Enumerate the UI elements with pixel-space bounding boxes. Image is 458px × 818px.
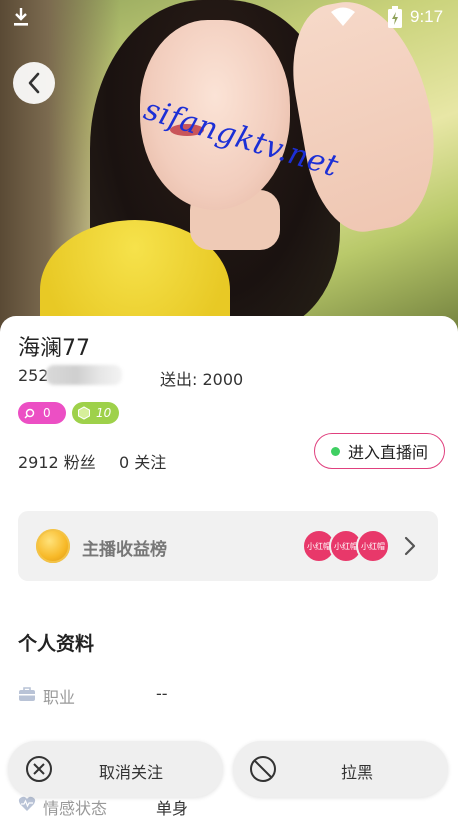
- uid-blur-mask: [46, 365, 122, 385]
- coin-icon: [36, 529, 70, 563]
- earnings-title: 主播收益榜: [82, 540, 167, 560]
- fans-count[interactable]: 2912 粉丝: [18, 449, 96, 473]
- enter-live-room-button[interactable]: 进入直播间: [314, 433, 445, 469]
- badge-green-value: 10: [96, 406, 112, 420]
- status-bar: 9:17: [0, 0, 458, 34]
- enter-live-room-label: 进入直播间: [347, 443, 428, 462]
- relationship-status-label: 情感状态: [43, 799, 108, 818]
- cover-photo: sifangktv.net: [0, 0, 458, 340]
- unfollow-label: 取消关注: [99, 763, 164, 782]
- unfollow-button[interactable]: 取消关注: [8, 741, 223, 797]
- profile-uid: 252: [18, 366, 49, 385]
- follows-count[interactable]: 0 关注: [119, 449, 166, 473]
- download-icon: [14, 8, 28, 26]
- anchor-earnings-ranking[interactable]: 主播收益榜 小红帽 小红帽 小红帽: [18, 511, 438, 581]
- badge-pink-value: 0: [43, 406, 51, 420]
- block-icon: [250, 756, 276, 782]
- occupation-value: --: [156, 684, 168, 703]
- avatar: 小红帽: [356, 529, 390, 563]
- level-badge-green: 10: [72, 402, 119, 424]
- heart-pulse-icon: [18, 796, 36, 811]
- sent-stat: 送出: 2000: [160, 370, 244, 389]
- hexagon-icon: [78, 406, 90, 420]
- chevron-right-icon: [404, 536, 416, 556]
- occupation-label: 职业: [43, 688, 76, 707]
- battery-icon: [388, 6, 402, 28]
- search-icon: [24, 408, 35, 419]
- relationship-status-value: 单身: [156, 799, 189, 818]
- level-badge-pink: 0: [18, 402, 66, 424]
- profile-name: 海澜77: [18, 336, 90, 361]
- status-time: 9:17: [410, 7, 444, 26]
- briefcase-icon: [19, 687, 35, 701]
- block-label: 拉黑: [341, 763, 374, 782]
- live-dot-icon: [330, 446, 340, 456]
- personal-info-title: 个人资料: [18, 633, 95, 655]
- back-button[interactable]: [13, 62, 55, 104]
- block-button[interactable]: 拉黑: [233, 741, 448, 797]
- close-circle-icon: [26, 756, 52, 782]
- chevron-left-icon: [28, 72, 40, 94]
- wifi-icon: [331, 7, 355, 26]
